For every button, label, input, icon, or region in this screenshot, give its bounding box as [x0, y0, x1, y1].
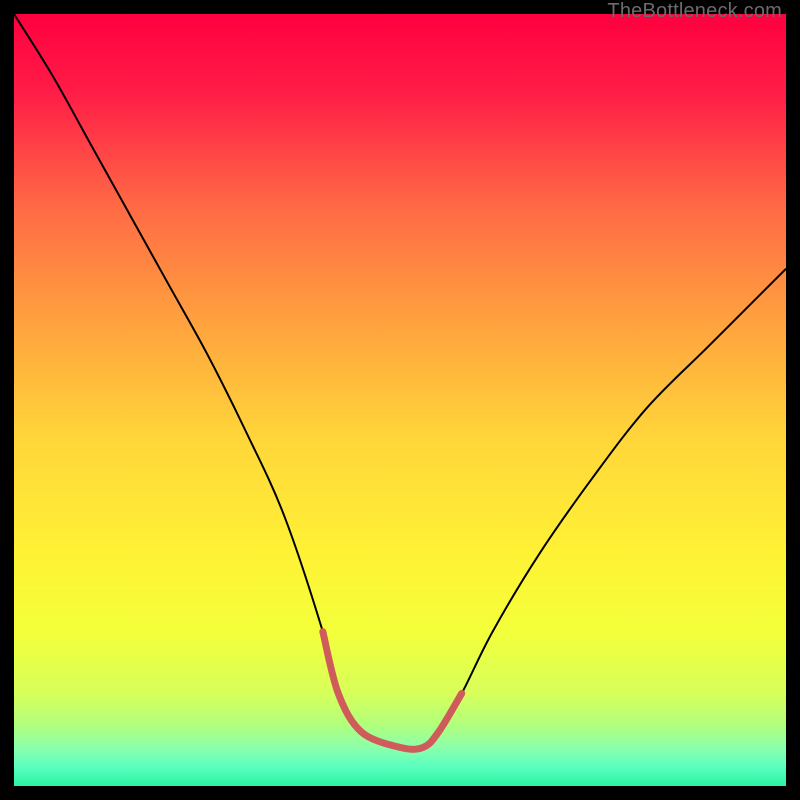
chart-svg	[14, 14, 786, 786]
chart-frame: TheBottleneck.com	[0, 0, 800, 800]
watermark-text: TheBottleneck.com	[607, 0, 782, 23]
chart-plot-area	[14, 14, 786, 786]
chart-background	[14, 14, 786, 786]
